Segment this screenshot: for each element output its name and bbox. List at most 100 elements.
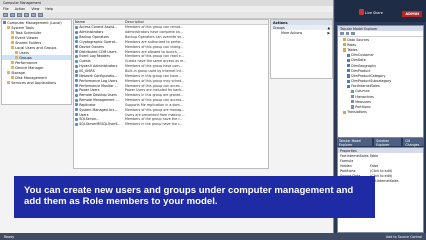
menu-item[interactable]: Help [45, 7, 53, 11]
live-share-icon[interactable] [359, 9, 364, 15]
show-hide-tree-icon[interactable] [24, 13, 29, 17]
tree-node-label: Local Users and Groups [15, 45, 57, 50]
help-icon[interactable] [38, 13, 43, 17]
back-icon[interactable] [3, 13, 8, 17]
table-row[interactable]: SQLServer... Members of the group have th… [74, 117, 268, 122]
group-icon [75, 79, 78, 83]
tree-node[interactable]: Computer Management (Local) [2, 20, 71, 25]
table-row[interactable]: Users Users are prevented from making ... [74, 112, 268, 117]
table-icon [347, 53, 351, 57]
group-icon [75, 40, 78, 44]
table-icon [351, 89, 355, 94]
group-description: Members of this group can chang... [125, 44, 184, 49]
folder-icon [11, 60, 15, 65]
group-name-text: Hyper-V Administrators [79, 64, 118, 69]
group-icon [75, 45, 78, 49]
group-name-text: Device Owners [79, 44, 104, 49]
folder-icon [15, 55, 19, 60]
menu-item[interactable]: Action [15, 7, 26, 11]
properties-icon[interactable] [351, 31, 355, 36]
table-row[interactable]: Distributed COM Users Members are allowed… [74, 49, 268, 54]
table-icon [343, 48, 347, 52]
table-row[interactable]: Performance Monitor ... Members of this g… [74, 83, 268, 88]
group-description: Members of the group have the r... [125, 117, 183, 122]
add-to-source-control[interactable]: Add to Source Control [386, 235, 422, 239]
model-tree-label: DimProductSubcategory [351, 79, 392, 84]
group-name: Cryptographic Operat... [74, 40, 125, 44]
group-name-text: Distributed COM Users [79, 49, 117, 54]
group-name: System Managed Acc... [74, 108, 125, 112]
table-row[interactable]: Guests Guests have the same access as m..… [74, 59, 268, 64]
table-row[interactable]: Access Control Assist... Members of this … [74, 25, 268, 30]
tab-3[interactable]: Git Changes [403, 138, 424, 147]
table-row[interactable]: System Managed Acc... Members of this gro… [74, 107, 268, 112]
sync-icon[interactable] [340, 31, 344, 36]
table-icon [347, 74, 351, 78]
table-row[interactable]: IIS_IUSRS Built-in group used by Internet… [74, 69, 268, 74]
model-tree-node[interactable]: Translations [338, 110, 423, 115]
more-actions-item[interactable]: More Actions ▶ [271, 30, 332, 35]
property-key: Partitions [340, 168, 356, 173]
tree-node-label: System Tools [11, 25, 34, 30]
table-row[interactable]: Power Users Power Users are included for … [74, 88, 268, 93]
menu-item[interactable]: View [31, 7, 39, 11]
table-row[interactable]: Cryptographic Operat... Members are autho… [74, 40, 268, 45]
status-bar: Ready Add to Source Control [0, 233, 426, 240]
table-row[interactable]: Performance Log Users Members of this gro… [74, 78, 268, 83]
group-name-text: Performance Log Users [79, 78, 118, 83]
group-name: Performance Monitor ... [74, 84, 125, 88]
group-description: Members in this group can have ... [125, 73, 183, 78]
vs-title-bar: Live Share ADMIN [335, 0, 426, 22]
forward-icon[interactable] [10, 13, 15, 17]
table-row[interactable]: Network Configuratio... Members in this g… [74, 73, 268, 78]
description-column-header[interactable]: Description [125, 20, 268, 24]
table-row[interactable]: Device Owners Members of this group can c… [74, 44, 268, 49]
table-row[interactable]: Remote Management ... Members of this gro… [74, 98, 268, 103]
tree-node-label: Performance [15, 60, 38, 65]
table-row[interactable]: Event Log Readers Members of this group c… [74, 54, 268, 59]
model-tree-label: DimCustomer [351, 53, 374, 58]
tree-node[interactable]: Services and Applications [2, 80, 71, 85]
name-column-header[interactable]: Name [74, 20, 125, 24]
live-share-label[interactable]: Live Share [365, 11, 383, 15]
group-description: Members of this group can access... [125, 98, 185, 103]
group-name-text: Power Users [79, 88, 100, 93]
user-badge[interactable]: ADMIN [402, 11, 422, 17]
refresh-icon[interactable] [31, 13, 36, 17]
table-row[interactable]: Replicator Supports file replication in a… [74, 103, 268, 108]
tree-node-label: Computer Management (Local) [7, 20, 62, 25]
group-icon [75, 50, 78, 54]
property-row[interactable]: Hidden False [338, 163, 423, 168]
model-tree-label: FactInternetSales [351, 84, 380, 89]
group-icon [75, 54, 78, 58]
table-icon [343, 38, 347, 42]
tab-2[interactable]: Solution Explorer [374, 138, 402, 147]
group-icon [75, 108, 78, 112]
table-row[interactable]: Hyper-V Administrators Members of this gr… [74, 64, 268, 69]
folder-icon [11, 75, 15, 80]
table-row[interactable]: SQLServerMSSQLUser$... Members in the gro… [74, 122, 268, 127]
property-value: (Click to edit) [370, 173, 393, 178]
group-name-text: SQLServer... [79, 117, 100, 122]
table-row[interactable]: Administrators Administrators have comple… [74, 30, 268, 35]
table-row[interactable]: Backup Operators Backup Operators can ove… [74, 35, 268, 40]
group-name: Event Log Readers [74, 54, 125, 58]
tab-1[interactable]: Tabular Model Explorer [337, 138, 373, 147]
group-description: Guests have the same access as m... [125, 59, 187, 64]
up-icon[interactable] [17, 13, 22, 17]
group-description: Supports file replication in a dom... [125, 102, 183, 107]
group-name: Power Users [74, 88, 125, 92]
group-name: SQLServerMSSQLUser$... [74, 122, 125, 126]
collapse-all-icon[interactable] [345, 31, 349, 36]
explorer-tabs: Tabular Model Explorer Solution Explorer G… [337, 138, 424, 147]
group-name: Network Configuratio... [74, 74, 125, 78]
actions-pane: Actions Groups ▲ More Actions ▶ [270, 19, 333, 79]
tree-node-label: Services and Applications [11, 80, 57, 85]
property-row[interactable]: Partitions (Click to edit) [338, 168, 423, 173]
groups-list: Name Description Access Control Assist..… [73, 19, 269, 169]
menu-item[interactable]: File [3, 7, 9, 11]
folder-icon [11, 40, 15, 45]
table-row[interactable]: Remote Desktop Users Members in this grou… [74, 93, 268, 98]
group-name: Backup Operators [74, 35, 125, 39]
collapse-icon[interactable]: ▲ [327, 26, 330, 30]
